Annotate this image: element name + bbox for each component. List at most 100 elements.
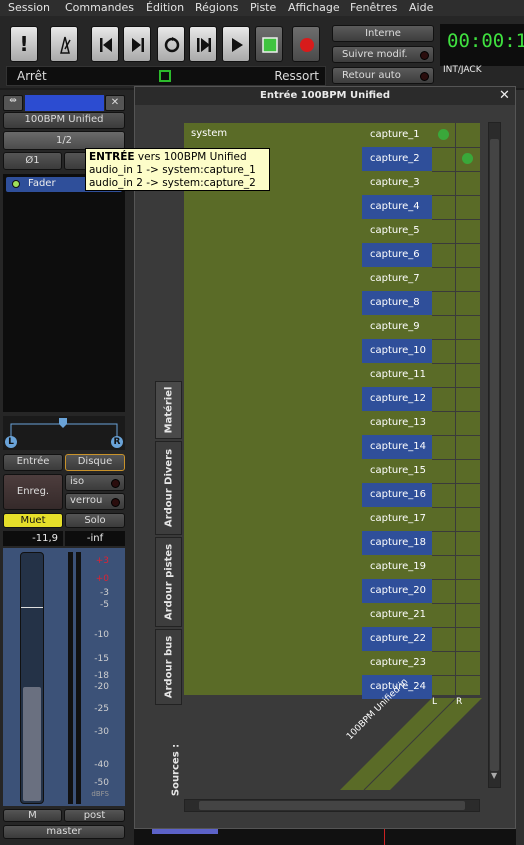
meter-tick: +0: [95, 574, 109, 584]
capture-row[interactable]: capture_14: [362, 435, 432, 459]
capture-row[interactable]: capture_18: [362, 531, 432, 555]
capture-row[interactable]: capture_3: [362, 171, 432, 195]
solo-lock-button[interactable]: verrou: [65, 493, 125, 510]
interne-button[interactable]: Interne: [332, 25, 434, 42]
menu-fenetres[interactable]: Fenêtres: [350, 0, 397, 15]
play-range-button[interactable]: [189, 26, 217, 62]
capture-row[interactable]: capture_15: [362, 459, 432, 483]
capture-row[interactable]: capture_2: [362, 147, 432, 171]
capture-row[interactable]: capture_5: [362, 219, 432, 243]
panic-button[interactable]: !: [10, 26, 38, 62]
peak-display[interactable]: -inf: [65, 531, 125, 546]
panner[interactable]: L R: [3, 416, 125, 450]
menu-edition[interactable]: Édition: [146, 0, 184, 15]
fader-label: Fader: [28, 178, 56, 189]
connection-dot[interactable]: [438, 129, 449, 140]
strip-name-button[interactable]: 100BPM Unified: [3, 112, 125, 129]
horizontal-scrollbar[interactable]: [184, 799, 480, 812]
goto-start-button[interactable]: [91, 26, 119, 62]
fader-handle[interactable]: [21, 607, 43, 608]
skip-back-icon: [100, 38, 112, 52]
vertical-scrollbar[interactable]: ▼: [488, 122, 501, 788]
loop-icon: [164, 37, 180, 53]
stop-button[interactable]: [255, 26, 283, 62]
gain-fader[interactable]: [20, 552, 44, 804]
menu-piste[interactable]: Piste: [250, 0, 276, 15]
play-button[interactable]: [222, 26, 250, 62]
capture-row[interactable]: capture_20: [362, 579, 432, 603]
tab-ardour-pistes[interactable]: Ardour pistes: [155, 537, 182, 627]
strip-close-icon[interactable]: ✕: [105, 95, 125, 111]
destination-header: [340, 697, 482, 790]
chevron-down-icon[interactable]: ▼: [491, 771, 497, 780]
capture-row[interactable]: capture_22: [362, 627, 432, 651]
record-enable-button[interactable]: Enreg.: [3, 474, 63, 510]
dialog-title: Entrée 100BPM Unified: [135, 87, 515, 105]
grid-line: [432, 507, 480, 508]
capture-row[interactable]: capture_13: [362, 411, 432, 435]
capture-row[interactable]: capture_4: [362, 195, 432, 219]
tab-label: Ardour Divers: [163, 448, 174, 528]
meter-post-button[interactable]: post: [64, 809, 125, 822]
monitor-disk-button[interactable]: Disque: [65, 454, 125, 471]
monitor-input-button[interactable]: Entrée: [3, 454, 63, 471]
retour-auto-button[interactable]: Retour auto: [332, 67, 434, 84]
connection-dot[interactable]: [462, 153, 473, 164]
menu-session[interactable]: Session: [8, 0, 50, 15]
meter-tick: -30: [94, 727, 109, 737]
strip-width-button[interactable]: ⇹: [3, 95, 23, 111]
close-icon[interactable]: ✕: [499, 87, 510, 105]
grid-line: [432, 267, 480, 268]
transport-toolbar: ! Interne Suivre modif. Retour auto 00:0…: [0, 16, 524, 88]
meter-tick: -5: [100, 600, 109, 610]
grid-line: [432, 531, 480, 532]
capture-row[interactable]: capture_21: [362, 603, 432, 627]
tab-ardour-divers[interactable]: Ardour Divers: [155, 441, 182, 535]
scrollbar-thumb[interactable]: [490, 139, 499, 771]
capture-row[interactable]: capture_16: [362, 483, 432, 507]
grid-line: [432, 195, 480, 196]
capture-row[interactable]: capture_19: [362, 555, 432, 579]
clock-display[interactable]: 00:00:1: [440, 24, 524, 66]
capture-row[interactable]: capture_11: [362, 363, 432, 387]
capture-row[interactable]: capture_6: [362, 243, 432, 267]
phase-invert-button[interactable]: Ø1: [3, 152, 62, 170]
meter-unit: dBFS: [91, 790, 109, 798]
tab-materiel[interactable]: Matériel: [155, 381, 182, 439]
menu-aide[interactable]: Aide: [409, 0, 433, 15]
fader-fill: [23, 687, 41, 801]
tab-ardour-bus[interactable]: Ardour bus: [155, 629, 182, 705]
capture-row[interactable]: capture_17: [362, 507, 432, 531]
menu-commandes[interactable]: Commandes: [65, 0, 134, 15]
output-button[interactable]: master: [3, 825, 125, 839]
tab-label: Ardour bus: [163, 635, 174, 699]
loop-button[interactable]: [157, 26, 185, 62]
meter-tick: -50: [94, 778, 109, 788]
suivre-modif-button[interactable]: Suivre modif.: [332, 46, 434, 63]
processor-box[interactable]: Fader: [3, 174, 125, 412]
solo-button[interactable]: Solo: [65, 513, 125, 528]
capture-row[interactable]: capture_23: [362, 651, 432, 675]
capture-row[interactable]: capture_9: [362, 315, 432, 339]
capture-row[interactable]: capture_1: [362, 123, 432, 147]
play-icon: [232, 38, 243, 52]
capture-row[interactable]: capture_12: [362, 387, 432, 411]
menu-affichage[interactable]: Affichage: [288, 0, 340, 15]
meter-tick: -15: [94, 654, 109, 664]
metronome-button[interactable]: [50, 26, 78, 62]
scrollbar-thumb[interactable]: [199, 801, 465, 810]
capture-row[interactable]: capture_7: [362, 267, 432, 291]
mute-button[interactable]: Muet: [3, 513, 63, 528]
capture-row[interactable]: capture_8: [362, 291, 432, 315]
isolate-button[interactable]: iso: [65, 474, 125, 491]
gain-entry[interactable]: -11,9: [3, 531, 63, 546]
transport-status-bar: Arrêt Ressort: [6, 66, 326, 86]
led-indicator: [111, 479, 120, 488]
menu-regions[interactable]: Régions: [195, 0, 238, 15]
processor-led-icon[interactable]: [12, 180, 20, 188]
matrix-grid[interactable]: [432, 123, 480, 695]
record-button[interactable]: [292, 26, 320, 62]
goto-end-button[interactable]: [123, 26, 151, 62]
capture-row[interactable]: capture_10: [362, 339, 432, 363]
meter-point-button[interactable]: M: [3, 809, 62, 822]
